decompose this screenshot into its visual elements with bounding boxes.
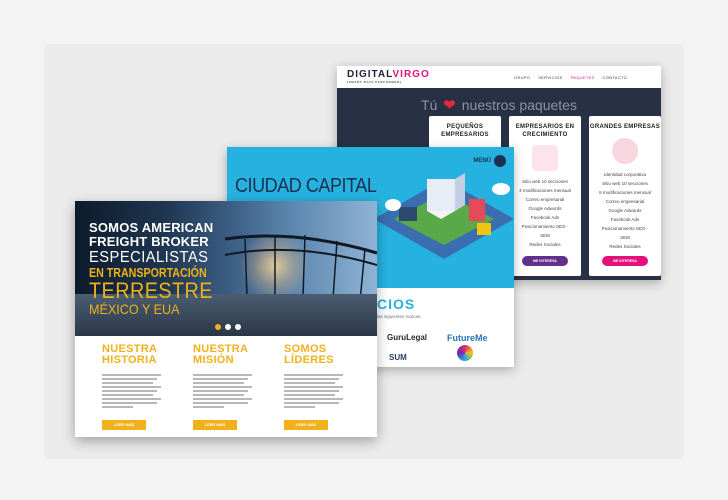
text-line (102, 406, 133, 408)
feature-item: 8 modificaciones mensual (599, 189, 651, 195)
package-features: Identidad corporativa Sitio web 10 secci… (589, 170, 661, 251)
text-line (102, 374, 161, 376)
text-line (193, 406, 224, 408)
cc-section-title: CIOS (377, 296, 416, 312)
text-line (193, 374, 252, 376)
dv-nav-grupo[interactable]: GRUPO (514, 75, 530, 80)
feature-item: Correo empresarial (525, 197, 565, 202)
af-column-historia: NUESTRA HISTORIA LEER MÁS (102, 344, 193, 430)
af-column-mision: NUESTRA MISIÓN LEER MÁS (193, 344, 284, 430)
column-text-placeholder (284, 372, 346, 418)
text-line (284, 378, 340, 380)
text-line (102, 382, 154, 384)
column-title: NUESTRA HISTORIA (102, 343, 158, 366)
slider-dot[interactable] (215, 324, 221, 330)
column-title: NUESTRA MISIÓN (193, 343, 249, 366)
window-icon (532, 145, 558, 171)
feature-item: Correo empresarial (605, 198, 645, 204)
package-card-enterprise: GRANDES EMPRESAS Identidad corporativa S… (589, 116, 661, 276)
text-line (284, 398, 343, 400)
feature-item: SEM (620, 234, 630, 240)
package-title: PEQUEÑOS EMPRESARIOS (441, 124, 489, 138)
dv-nav-servicios[interactable]: SERVICIOS (538, 75, 562, 80)
text-line (102, 390, 158, 392)
dv-navbar: DIGITALVIRGO [SMART DATA PERFORMER] GRUP… (337, 66, 661, 88)
feature-item: Facebook Ads (530, 215, 560, 220)
dv-nav-paquetes[interactable]: PAQUETES (571, 75, 595, 80)
text-line (193, 386, 252, 388)
column-title: SOMOS LÍDERES (284, 343, 334, 366)
text-line (193, 382, 245, 384)
feature-item: Redes Sociales (529, 242, 561, 247)
me-interesa-button[interactable]: ME INTERESA (522, 256, 568, 266)
text-line (193, 390, 249, 392)
leer-mas-button[interactable]: LEER MÁS (284, 420, 328, 430)
feature-item: Google Adwords (528, 206, 562, 211)
package-card-growth: EMPRESARIOS EN CRECIMIENTO Sitio web 10 … (509, 116, 581, 276)
text-line (284, 394, 336, 396)
text-line (284, 402, 340, 404)
package-title: EMPRESARIOS EN CRECIMIENTO (515, 124, 575, 138)
network-icon (612, 137, 638, 164)
brand-logos: GuruLegal FutureMe SUM (377, 323, 497, 363)
text-line (193, 402, 249, 404)
text-line (193, 398, 252, 400)
dv-logo[interactable]: DIGITALVIRGO [SMART DATA PERFORMER] (347, 70, 430, 84)
feature-item: Sitio web 10 secciones (602, 180, 648, 186)
text-line (284, 382, 336, 384)
feature-item: Sitio web 10 secciones (522, 179, 568, 184)
slider-dot[interactable] (225, 324, 231, 330)
cc-section-text: las siguientes marcas: (377, 314, 422, 319)
slider-dots (215, 324, 241, 330)
slider-dot[interactable] (235, 324, 241, 330)
text-line (284, 406, 315, 408)
feature-item: Identidad corporativa (603, 171, 647, 177)
me-interesa-button[interactable]: ME INTERESA (602, 256, 648, 266)
feature-item: Facebook Ads (610, 216, 640, 222)
af-column-lideres: SOMOS LÍDERES LEER MÁS (284, 344, 375, 430)
af-hero-slider: SOMOS AMERICAN FREIGHT BROKER ESPECIALIS… (75, 201, 377, 336)
city-illustration (374, 173, 514, 259)
heart-icon: ❤ (443, 97, 456, 114)
text-line (284, 374, 343, 376)
feature-item: 4 modificaciones mensual (519, 188, 571, 193)
brand-logo-icon (457, 345, 473, 361)
feature-item: Google Adwords (608, 207, 642, 213)
text-line (284, 386, 343, 388)
dv-nav-contacto[interactable]: CONTACTO (603, 75, 627, 80)
text-line (102, 394, 154, 396)
american-freight-screenshot: SOMOS AMERICAN FREIGHT BROKER ESPECIALIS… (75, 201, 377, 437)
package-title: GRANDES EMPRESAS (589, 124, 661, 130)
text-line (102, 398, 161, 400)
feature-item: Posicionamiento SEO - (521, 224, 569, 229)
feature-item: Redes Sociales (609, 243, 641, 249)
text-line (193, 394, 245, 396)
dv-nav-links: GRUPO SERVICIOS PAQUETES CONTACTO (514, 75, 627, 80)
feature-item: Posicionamiento SEO - (601, 225, 649, 231)
dv-hero-heading: Tú ❤ nuestros paquetes (421, 97, 577, 114)
package-features: Sitio web 10 secciones 4 modificaciones … (509, 177, 581, 249)
brand-futureme: FutureMe (447, 333, 488, 343)
af-info-columns: NUESTRA HISTORIA LEER MÁS NUESTRA MISIÓN L… (75, 336, 377, 430)
leer-mas-button[interactable]: LEER MÁS (193, 420, 237, 430)
brand-sum: SUM (389, 353, 407, 362)
cc-title: CIUDAD CAPITAL (235, 175, 377, 197)
text-line (102, 386, 161, 388)
feature-item: SEM (540, 233, 550, 238)
column-text-placeholder (102, 372, 164, 418)
af-hero-text: SOMOS AMERICAN FREIGHT BROKER ESPECIALIS… (89, 220, 214, 317)
text-line (102, 378, 158, 380)
text-line (284, 390, 340, 392)
column-text-placeholder (193, 372, 255, 418)
leer-mas-button[interactable]: LEER MÁS (102, 420, 146, 430)
text-line (193, 378, 249, 380)
brand-gurulegal: GuruLegal (387, 333, 428, 342)
text-line (102, 402, 158, 404)
